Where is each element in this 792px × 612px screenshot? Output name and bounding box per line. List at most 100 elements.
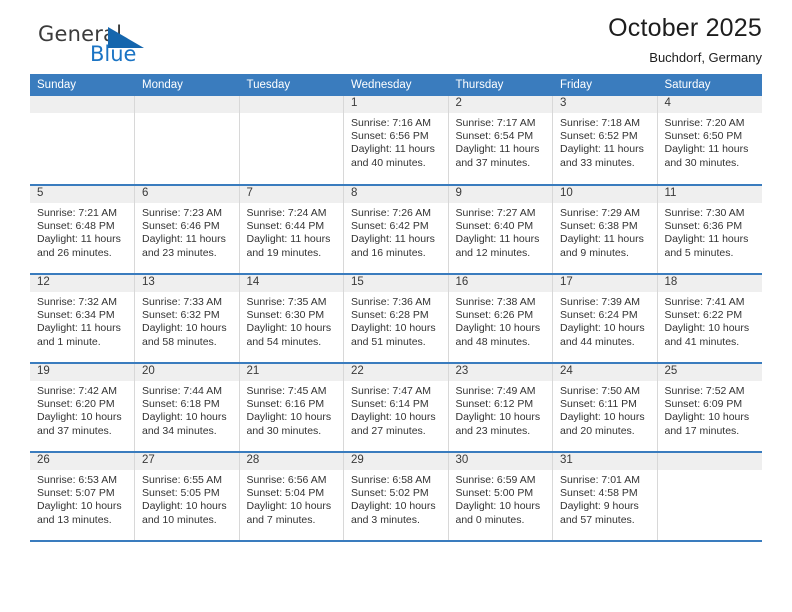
calendar-day-cell[interactable]: 5 Sunrise: 7:21 AM Sunset: 6:48 PM Daylight… [30,185,135,275]
daylight-text-line2: and 54 minutes. [246,335,322,348]
daylight-text-line1: Daylight: 10 hours [560,411,645,424]
day-number: 30 [448,453,552,470]
calendar-week-row: 1 Sunrise: 7:16 AM Sunset: 6:56 PM Daylight… [30,96,762,186]
calendar-day-cell[interactable]: 12 Sunrise: 7:32 AM Sunset: 6:34 PM Dayligh… [30,274,135,364]
calendar-day-cell[interactable]: 1 Sunrise: 7:16 AM Sunset: 6:56 PM Daylight… [343,96,449,186]
day-number: 11 [657,186,762,203]
sunset-text: Sunset: 6:52 PM [560,130,638,143]
sunset-text: Sunset: 6:28 PM [351,309,429,322]
daylight-text-line1: Daylight: 10 hours [37,411,122,424]
calendar-day-cell[interactable]: 29 Sunrise: 6:58 AM Sunset: 5:02 PM Dayligh… [343,452,449,542]
daylight-text-line1: Daylight: 11 hours [455,143,540,156]
calendar-day-cell[interactable]: 25 Sunrise: 7:52 AM Sunset: 6:09 PM Dayligh… [657,363,762,453]
daylight-text-line2: and 57 minutes. [560,513,635,526]
calendar-day-cell[interactable]: 21 Sunrise: 7:45 AM Sunset: 6:16 PM Dayligh… [239,363,344,453]
daylight-text-line1: Daylight: 10 hours [351,500,436,513]
sunrise-text: Sunrise: 7:30 AM [664,207,745,219]
calendar-day-cell[interactable]: 15 Sunrise: 7:36 AM Sunset: 6:28 PM Dayligh… [343,274,449,364]
calendar-day-cell[interactable]: 17 Sunrise: 7:39 AM Sunset: 6:24 PM Dayligh… [552,274,658,364]
calendar-day-cell[interactable]: 14 Sunrise: 7:35 AM Sunset: 6:30 PM Dayligh… [239,274,344,364]
sunset-text: Sunset: 6:42 PM [351,220,429,233]
sunrise-text: Sunrise: 7:23 AM [142,207,222,219]
calendar-empty-cell [30,96,135,186]
daylight-text-line1: Daylight: 10 hours [142,411,227,424]
calendar-day-cell[interactable]: 18 Sunrise: 7:41 AM Sunset: 6:22 PM Dayligh… [657,274,762,364]
day-number: 23 [448,364,552,381]
day-number: 6 [135,186,239,203]
calendar-day-cell[interactable]: 3 Sunrise: 7:18 AM Sunset: 6:52 PM Daylight… [552,96,658,186]
day-number: 9 [448,186,552,203]
calendar-day-cell[interactable]: 19 Sunrise: 7:42 AM Sunset: 6:20 PM Dayligh… [30,363,135,453]
daylight-text-line2: and 7 minutes. [246,513,316,526]
weekday-header-row: Sunday Monday Tuesday Wednesday Thursday… [30,74,762,96]
day-number: 27 [135,453,239,470]
calendar-day-cell[interactable]: 31 Sunrise: 7:01 AM Sunset: 4:58 PM Dayligh… [552,452,658,542]
sunset-text: Sunset: 6:48 PM [37,220,115,233]
daylight-text-line2: and 30 minutes. [246,424,322,437]
sunrise-text: Sunrise: 7:21 AM [37,207,117,219]
daylight-text-line1: Daylight: 11 hours [37,322,121,335]
calendar-day-cell[interactable]: 4 Sunrise: 7:20 AM Sunset: 6:50 PM Daylight… [657,96,762,186]
sunrise-text: Sunrise: 7:42 AM [37,385,117,397]
day-number: 10 [553,186,657,203]
calendar-day-cell[interactable]: 30 Sunrise: 6:59 AM Sunset: 5:00 PM Dayligh… [448,452,553,542]
day-number: 14 [239,275,343,292]
day-number [30,96,134,113]
sunset-text: Sunset: 6:16 PM [246,398,325,411]
day-number: 25 [657,364,762,381]
sunrise-text: Sunrise: 7:36 AM [351,296,431,308]
sunset-text: Sunset: 6:56 PM [351,130,429,143]
calendar-day-cell[interactable]: 16 Sunrise: 7:38 AM Sunset: 6:26 PM Dayligh… [448,274,553,364]
title-block: October 2025 Buchdorf, Germany [608,14,762,65]
calendar-day-cell[interactable]: 7 Sunrise: 7:24 AM Sunset: 6:44 PM Daylight… [239,185,344,275]
sunrise-text: Sunrise: 7:35 AM [246,296,327,308]
calendar-day-cell[interactable]: 8 Sunrise: 7:26 AM Sunset: 6:42 PM Daylight… [343,185,449,275]
daylight-text-line2: and 16 minutes. [351,246,426,259]
calendar-day-cell[interactable]: 6 Sunrise: 7:23 AM Sunset: 6:46 PM Daylight… [134,185,240,275]
calendar-day-cell[interactable]: 28 Sunrise: 6:56 AM Sunset: 5:04 PM Dayligh… [239,452,344,542]
sunrise-text: Sunrise: 6:59 AM [455,474,536,486]
day-details: Sunrise: 7:23 AM Sunset: 6:46 PM Daylight:… [135,203,239,260]
calendar-day-cell[interactable]: 26 Sunrise: 6:53 AM Sunset: 5:07 PM Dayligh… [30,452,135,542]
calendar-day-cell[interactable]: 2 Sunrise: 7:17 AM Sunset: 6:54 PM Daylight… [448,96,553,186]
calendar-day-cell[interactable]: 9 Sunrise: 7:27 AM Sunset: 6:40 PM Daylight… [448,185,553,275]
weekday-header-sunday: Sunday [30,74,135,96]
page-title: October 2025 [608,14,762,42]
day-number: 19 [30,364,134,381]
day-number [135,96,239,113]
sunrise-text: Sunrise: 7:47 AM [351,385,431,397]
day-number: 22 [344,364,448,381]
sunrise-text: Sunrise: 6:55 AM [142,474,222,486]
sunrise-text: Sunrise: 7:17 AM [455,117,536,129]
calendar-day-cell[interactable]: 27 Sunrise: 6:55 AM Sunset: 5:05 PM Dayligh… [134,452,240,542]
sunset-text: Sunset: 6:32 PM [142,309,220,322]
daylight-text-line2: and 23 minutes. [455,424,531,437]
sunset-text: Sunset: 6:20 PM [37,398,115,411]
day-number: 5 [30,186,134,203]
daylight-text-line2: and 48 minutes. [455,335,531,348]
brand-logo[interactable]: General Blue [30,22,280,74]
calendar-day-cell[interactable]: 22 Sunrise: 7:47 AM Sunset: 6:14 PM Dayligh… [343,363,449,453]
calendar-day-cell[interactable]: 20 Sunrise: 7:44 AM Sunset: 6:18 PM Dayligh… [134,363,240,453]
daylight-text-line2: and 17 minutes. [664,424,740,437]
day-number: 2 [448,96,552,113]
sunrise-text: Sunrise: 7:38 AM [455,296,536,308]
calendar-day-cell[interactable]: 24 Sunrise: 7:50 AM Sunset: 6:11 PM Dayligh… [552,363,658,453]
sunrise-text: Sunrise: 6:56 AM [246,474,327,486]
calendar-day-cell[interactable]: 11 Sunrise: 7:30 AM Sunset: 6:36 PM Dayligh… [657,185,762,275]
sunrise-text: Sunrise: 7:20 AM [664,117,745,129]
sunset-text: Sunset: 6:40 PM [455,220,534,233]
sunset-text: Sunset: 5:00 PM [455,487,534,500]
day-number: 31 [553,453,657,470]
calendar-day-cell[interactable]: 23 Sunrise: 7:49 AM Sunset: 6:12 PM Dayligh… [448,363,553,453]
day-number: 17 [553,275,657,292]
day-number: 24 [553,364,657,381]
calendar-day-cell[interactable]: 13 Sunrise: 7:33 AM Sunset: 6:32 PM Dayligh… [134,274,240,364]
calendar-day-cell[interactable]: 10 Sunrise: 7:29 AM Sunset: 6:38 PM Dayligh… [552,185,658,275]
sunset-text: Sunset: 6:30 PM [246,309,325,322]
day-number [657,453,762,470]
day-details: Sunrise: 6:58 AM Sunset: 5:02 PM Daylight:… [344,470,448,527]
daylight-text-line1: Daylight: 10 hours [246,411,332,424]
sunset-text: Sunset: 5:04 PM [246,487,325,500]
sunrise-text: Sunrise: 7:24 AM [246,207,327,219]
